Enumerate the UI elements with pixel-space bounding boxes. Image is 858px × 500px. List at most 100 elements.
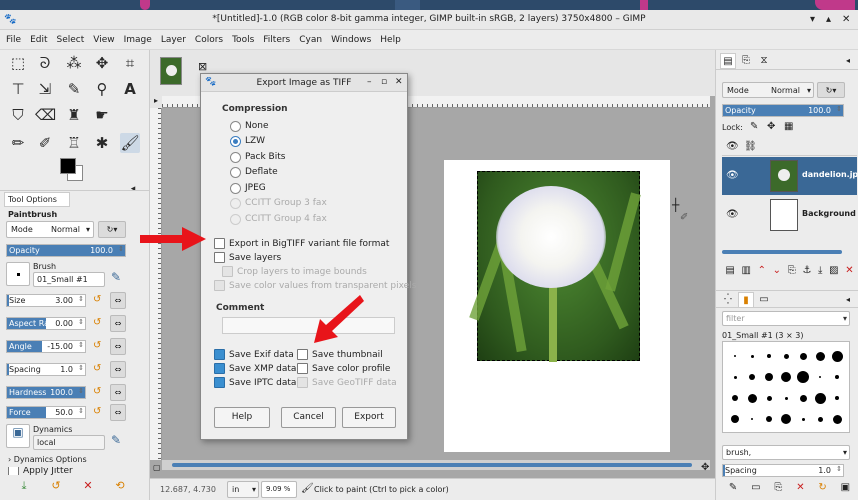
brush-swatch[interactable] (749, 374, 755, 380)
unified-transform-icon[interactable]: ⊤ (8, 79, 28, 99)
mode-select[interactable]: Mode Normal ▾ (6, 221, 94, 238)
menu-view[interactable]: View (93, 35, 114, 45)
brush-swatch[interactable] (835, 396, 839, 400)
brush-swatch[interactable] (731, 415, 739, 423)
channels-tab-icon[interactable]: ⎘ (738, 53, 754, 69)
new-brush-icon[interactable]: ▭ (751, 482, 760, 496)
patterns-tab-icon[interactable]: ▮ (738, 292, 754, 308)
eye-icon[interactable]: 👁 (726, 170, 739, 181)
image-tab-thumbnail[interactable] (160, 57, 182, 85)
spacing-slider[interactable]: Spacing 1.0 ⇕ (6, 363, 86, 376)
layer-row[interactable]: 👁 Background (722, 196, 857, 234)
brush-swatch[interactable] (835, 375, 839, 379)
size-link-button[interactable]: ⇔ (110, 292, 126, 309)
menu-file[interactable]: File (6, 35, 21, 45)
cancel-button[interactable]: Cancel (281, 407, 336, 428)
angle-slider[interactable]: Angle -15.00 ⇕ (6, 340, 86, 353)
radio-packbits[interactable]: Pack Bits (230, 150, 285, 164)
eye-icon[interactable]: 👁 (726, 209, 739, 220)
delete-layer-icon[interactable]: ✕ (845, 265, 853, 279)
paths-tab-icon[interactable]: ⧖ (756, 53, 772, 69)
brush-swatch[interactable] (817, 416, 823, 422)
opacity-slider[interactable]: Opacity 100.0 ⇕ (6, 244, 126, 257)
brushes-tab-icon[interactable]: ⁛ (720, 292, 736, 308)
aspect-link-button[interactable]: ⇔ (110, 315, 126, 332)
brush-swatch[interactable] (732, 395, 738, 401)
dock-menu-icon[interactable]: ◂ (840, 292, 856, 308)
brush-swatch[interactable] (734, 355, 736, 357)
force-slider[interactable]: Force 50.0 ⇕ (6, 406, 86, 419)
save-xmp-checkbox[interactable]: Save XMP data (214, 362, 296, 375)
warp-transform-icon[interactable]: ⇲ (35, 79, 55, 99)
reset-force-icon[interactable]: ↺ (93, 406, 101, 417)
save-color-profile-checkbox[interactable]: Save color profile (297, 362, 390, 375)
menu-edit[interactable]: Edit (30, 35, 47, 45)
move-icon[interactable]: ✥ (92, 53, 112, 73)
brush-swatch[interactable] (799, 394, 807, 402)
force-link-button[interactable]: ⇔ (110, 404, 126, 421)
edit-brush-icon[interactable]: ✎ (111, 270, 121, 284)
menu-tools[interactable]: Tools (232, 35, 254, 45)
lock-alpha-icon[interactable]: ▦ (784, 121, 793, 132)
bigtiff-checkbox[interactable]: Export in BigTIFF variant file format (214, 237, 389, 250)
merge-layer-icon[interactable]: ⤓ (818, 265, 822, 279)
text-tool-icon[interactable]: A (120, 79, 140, 99)
menu-layer[interactable]: Layer (161, 35, 186, 45)
brush-tag-input[interactable]: brush, ▾ (722, 445, 850, 460)
reset-aspect-icon[interactable]: ↺ (93, 317, 101, 328)
brush-swatch[interactable] (781, 414, 791, 424)
radio-lzw[interactable]: LZW (230, 134, 265, 148)
lower-layer-icon[interactable]: ⌄ (773, 265, 781, 279)
angle-link-button[interactable]: ⇔ (110, 338, 126, 355)
reset-tool-options-icon[interactable]: ⟲ (110, 476, 130, 496)
save-iptc-checkbox[interactable]: Save IPTC data (214, 376, 296, 389)
brush-swatch[interactable] (784, 396, 788, 400)
pencil-icon[interactable]: ✏ (8, 133, 28, 153)
eraser-icon[interactable]: ⌫ (35, 105, 56, 125)
quick-mask-icon[interactable]: ▢ (153, 463, 161, 472)
mask-layer-icon[interactable]: ▨ (829, 265, 838, 279)
save-tool-preset-icon[interactable]: ⤓ (14, 476, 34, 496)
dock-menu-icon[interactable]: ◂ (840, 53, 856, 69)
menu-select[interactable]: Select (57, 35, 85, 45)
brush-swatch[interactable] (783, 353, 789, 359)
brush-swatch[interactable] (747, 393, 757, 403)
open-brush-as-image-icon[interactable]: ▣ (841, 482, 850, 496)
mode-reset-button[interactable]: ↻▾ (98, 221, 126, 238)
lock-pixels-icon[interactable]: ✎ (750, 121, 758, 132)
brush-filter-input[interactable]: filter ▾ (722, 311, 850, 326)
layers-tab-icon[interactable]: ▤ (720, 53, 736, 69)
radio-deflate[interactable]: Deflate (230, 165, 278, 179)
restore-tool-preset-icon[interactable]: ↺ (46, 476, 66, 496)
airbrush-icon[interactable]: ✐ (35, 133, 55, 153)
smudge-icon[interactable]: ☛ (92, 105, 112, 125)
brush-swatch[interactable] (797, 371, 809, 383)
brush-preview[interactable] (6, 262, 30, 286)
refresh-brushes-icon[interactable]: ↻ (818, 482, 826, 496)
horizontal-scrollbar[interactable] (162, 460, 710, 470)
color-picker-icon[interactable]: ⚲ (92, 79, 112, 99)
brush-swatch[interactable] (733, 375, 737, 379)
save-thumbnail-checkbox[interactable]: Save thumbnail (297, 348, 383, 361)
brush-swatch[interactable] (832, 414, 842, 424)
save-exif-checkbox[interactable]: Save Exif data (214, 348, 294, 361)
stamp-icon[interactable]: ♖ (64, 133, 84, 153)
duplicate-brush-icon[interactable]: ⎘ (774, 482, 782, 496)
new-layer-group-icon[interactable]: ▤ (725, 265, 734, 279)
menu-cyan[interactable]: Cyan (299, 35, 322, 45)
edit-brush-icon[interactable]: ✎ (729, 482, 737, 496)
close-image-tab-icon[interactable]: ⊠ (198, 60, 207, 73)
comment-field[interactable] (222, 317, 395, 334)
layer-opacity-slider[interactable]: Opacity 100.0 ⇕ (722, 104, 844, 117)
fuzzy-select-icon[interactable]: ⁂ (64, 53, 84, 73)
layer-mode-reset-button[interactable]: ↻▾ (817, 82, 845, 98)
brush-swatch[interactable] (767, 354, 771, 358)
close-icon[interactable]: ✕ (395, 77, 403, 87)
menu-image[interactable]: Image (124, 35, 152, 45)
brush-swatch[interactable] (765, 373, 773, 381)
export-button[interactable]: Export (342, 407, 396, 428)
delete-brush-icon[interactable]: ✕ (796, 482, 804, 496)
edit-dynamics-icon[interactable]: ✎ (111, 433, 121, 447)
dandelion-image[interactable] (469, 171, 641, 362)
spacing-link-button[interactable]: ⇔ (110, 361, 126, 378)
